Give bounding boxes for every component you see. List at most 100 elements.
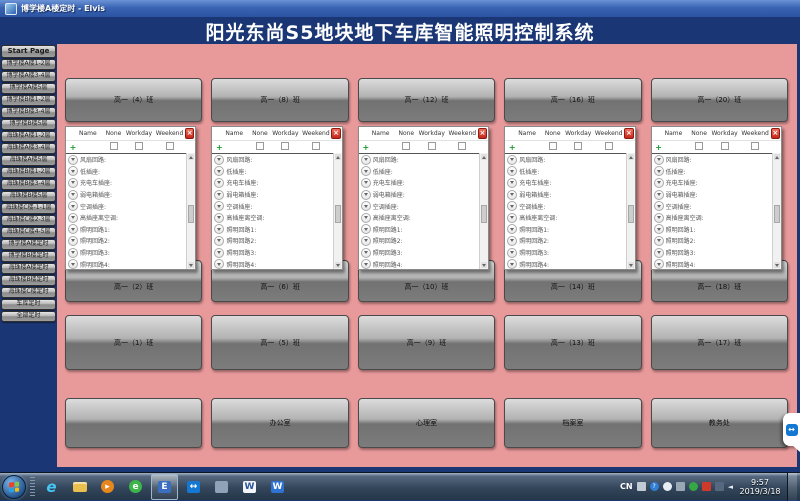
sidebar-item-start-page[interactable]: Start Page	[1, 45, 56, 58]
table-row[interactable]: 低插座:	[652, 166, 772, 178]
zone-button-top[interactable]: 高一（12）班	[358, 78, 495, 122]
table-row[interactable]: 低插座:	[505, 166, 625, 178]
table-row[interactable]: 照明回路1:	[652, 224, 772, 236]
sidebar-item[interactable]: 海珠楼A楼3-4层	[1, 143, 56, 154]
chevron-down-icon[interactable]	[361, 236, 371, 246]
chevron-down-icon[interactable]	[654, 201, 664, 211]
chevron-down-icon[interactable]	[68, 190, 78, 200]
chevron-down-icon[interactable]	[361, 224, 371, 234]
table-row[interactable]: 照明回路4:	[359, 258, 479, 269]
chevron-down-icon[interactable]	[507, 259, 517, 269]
close-icon[interactable]: ×	[185, 128, 194, 139]
chevron-down-icon[interactable]	[654, 248, 664, 258]
sidebar-item[interactable]: 车库定时	[1, 299, 56, 310]
schedule-checkbox[interactable]	[695, 142, 703, 150]
table-row[interactable]: 空调插座:	[212, 200, 332, 212]
table-row[interactable]: 风扇回路:	[212, 154, 332, 166]
tray-sync-icon[interactable]	[676, 482, 685, 491]
table-row[interactable]: 弱电箱插座:	[505, 189, 625, 201]
close-icon[interactable]: ×	[478, 128, 487, 139]
explorer-folder-icon[interactable]	[67, 475, 92, 499]
table-row[interactable]: 空调插座:	[652, 200, 772, 212]
schedule-checkbox[interactable]	[312, 142, 320, 150]
chevron-down-icon[interactable]	[214, 201, 224, 211]
chevron-down-icon[interactable]	[214, 166, 224, 176]
zone-button-bottom[interactable]	[65, 398, 202, 448]
zone-button-top[interactable]: 高一（20）班	[651, 78, 788, 122]
scroll-thumb[interactable]	[335, 205, 341, 223]
chevron-down-icon[interactable]	[507, 201, 517, 211]
sidebar-item[interactable]: 博学楼A楼1-2层	[1, 59, 56, 70]
elvis-app-icon[interactable]: E	[151, 474, 178, 500]
chevron-down-icon[interactable]	[654, 259, 664, 269]
chevron-down-icon[interactable]	[68, 166, 78, 176]
table-row[interactable]: 低插座:	[66, 166, 186, 178]
table-row[interactable]: 高插座离空调:	[212, 212, 332, 224]
tray-help-icon[interactable]: ?	[650, 482, 659, 491]
tray-alert-icon[interactable]	[702, 482, 711, 491]
chevron-down-icon[interactable]	[68, 259, 78, 269]
chevron-down-icon[interactable]	[654, 213, 664, 223]
chevron-down-icon[interactable]	[361, 213, 371, 223]
table-row[interactable]: 风扇回路:	[359, 154, 479, 166]
scroll-down-arrow[interactable]	[335, 262, 341, 268]
table-row[interactable]: 照明回路2:	[212, 235, 332, 247]
scroll-thumb[interactable]	[481, 205, 487, 223]
wps-icon[interactable]: W	[265, 475, 290, 499]
scroll-down-arrow[interactable]	[628, 262, 634, 268]
volume-icon[interactable]: ◄	[728, 483, 733, 491]
chevron-down-icon[interactable]	[361, 201, 371, 211]
ie-icon[interactable]: e	[39, 475, 64, 499]
zone-button-mid[interactable]: 高一（1）班	[65, 315, 202, 370]
table-row[interactable]: 照明回路4:	[66, 258, 186, 269]
scroll-up-arrow[interactable]	[335, 154, 341, 160]
table-row[interactable]: 照明回路4:	[652, 258, 772, 269]
table-row[interactable]: 照明回路3:	[212, 247, 332, 259]
table-row[interactable]: 照明回路2:	[505, 235, 625, 247]
chevron-down-icon[interactable]	[68, 224, 78, 234]
chevron-down-icon[interactable]	[361, 166, 371, 176]
table-row[interactable]: 照明回路3:	[66, 247, 186, 259]
sidebar-item[interactable]: 海珠楼B楼3-4层	[1, 179, 56, 190]
table-row[interactable]: 照明回路1:	[212, 224, 332, 236]
schedule-checkbox[interactable]	[110, 142, 118, 150]
zone-button-mid[interactable]: 高一（17）班	[651, 315, 788, 370]
chevron-down-icon[interactable]	[68, 236, 78, 246]
sidebar-item[interactable]: 海珠楼A楼1-2层	[1, 131, 56, 142]
close-icon[interactable]: ×	[771, 128, 780, 139]
chevron-down-icon[interactable]	[654, 166, 664, 176]
chevron-down-icon[interactable]	[507, 166, 517, 176]
chevron-down-icon[interactable]	[361, 178, 371, 188]
sidebar-item[interactable]: 博学楼A楼3-4层	[1, 71, 56, 82]
zone-button-mid[interactable]: 高一（9）班	[358, 315, 495, 370]
panel-scrollbar[interactable]	[186, 153, 195, 269]
devices-icon[interactable]	[209, 475, 234, 499]
schedule-checkbox[interactable]	[549, 142, 557, 150]
sidebar-item[interactable]: 全部定时	[1, 311, 56, 322]
sidebar-item[interactable]: 海珠楼A楼5层	[1, 155, 56, 166]
word-icon[interactable]: W	[237, 475, 262, 499]
scroll-up-arrow[interactable]	[628, 154, 634, 160]
schedule-checkbox[interactable]	[605, 142, 613, 150]
tray-mail-icon[interactable]	[637, 482, 646, 491]
zone-button-bottom[interactable]: 办公室	[211, 398, 348, 448]
schedule-checkbox[interactable]	[281, 142, 289, 150]
chevron-down-icon[interactable]	[214, 190, 224, 200]
chevron-down-icon[interactable]	[507, 190, 517, 200]
table-row[interactable]: 弱电箱插座:	[66, 189, 186, 201]
scroll-up-arrow[interactable]	[188, 154, 194, 160]
zone-button-top[interactable]: 高一（4）班	[65, 78, 202, 122]
table-row[interactable]: 充电车插座:	[212, 177, 332, 189]
chevron-down-icon[interactable]	[654, 236, 664, 246]
chevron-down-icon[interactable]	[654, 224, 664, 234]
sidebar-item[interactable]: 博学楼A楼定时	[1, 239, 56, 250]
table-row[interactable]: 照明回路3:	[505, 247, 625, 259]
sidebar-item[interactable]: 海珠楼A楼定时	[1, 263, 56, 274]
table-row[interactable]: 充电车插座:	[505, 177, 625, 189]
panel-scrollbar[interactable]	[626, 153, 635, 269]
table-row[interactable]: 风扇回路:	[505, 154, 625, 166]
media-player-icon[interactable]: ▸	[95, 475, 120, 499]
sidebar-item[interactable]: 博学楼B楼3-4层	[1, 107, 56, 118]
chevron-down-icon[interactable]	[654, 178, 664, 188]
table-row[interactable]: 照明回路1:	[66, 224, 186, 236]
